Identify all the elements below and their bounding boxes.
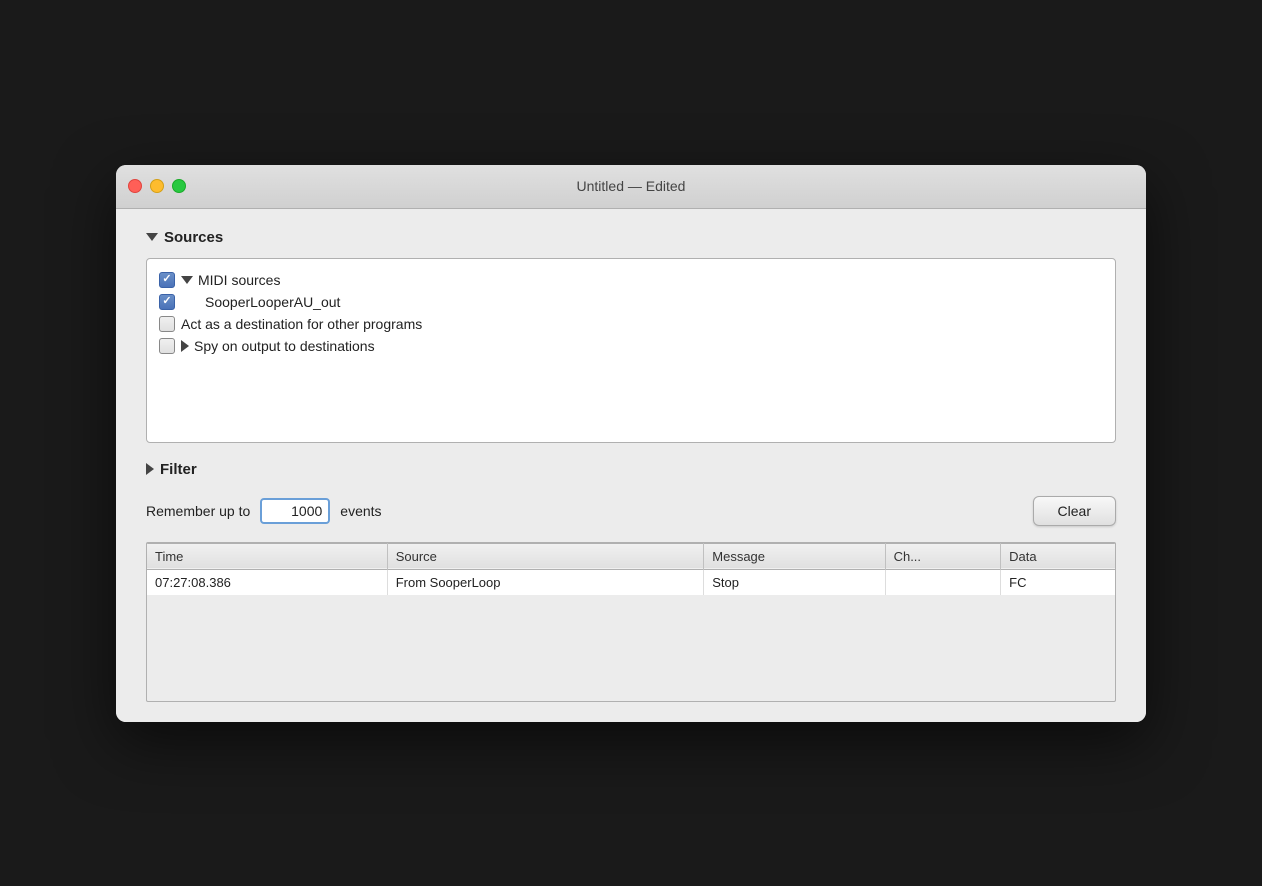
- table-row: 07:27:08.386 From SooperLoop Stop FC: [147, 569, 1115, 595]
- events-table: Time Source Message Ch... Data 07:27:08.…: [147, 543, 1115, 595]
- spy-expand-icon: [181, 340, 189, 352]
- cell-source: From SooperLoop: [387, 569, 704, 595]
- col-source: Source: [387, 543, 704, 569]
- sooper-looper-row: SooperLooperAU_out: [159, 291, 1103, 313]
- traffic-lights: [128, 179, 186, 193]
- midi-sources-row: MIDI sources: [159, 269, 1103, 291]
- filter-section-header[interactable]: Filter: [146, 461, 1116, 478]
- minimize-button[interactable]: [150, 179, 164, 193]
- sources-section-header[interactable]: Sources: [146, 229, 1116, 246]
- midi-sources-expand-icon: [181, 276, 193, 284]
- table-header-row: Time Source Message Ch... Data: [147, 543, 1115, 569]
- destination-row: Act as a destination for other programs: [159, 313, 1103, 335]
- spy-label: Spy on output to destinations: [194, 338, 375, 354]
- spy-row: Spy on output to destinations: [159, 335, 1103, 357]
- remember-label: Remember up to: [146, 503, 250, 519]
- main-window: Untitled — Edited Sources MIDI sources S…: [116, 165, 1146, 722]
- col-time: Time: [147, 543, 387, 569]
- destination-checkbox[interactable]: [159, 316, 175, 332]
- titlebar: Untitled — Edited: [116, 165, 1146, 209]
- sources-section-label: Sources: [164, 229, 223, 246]
- remember-row: Remember up to events Clear: [146, 496, 1116, 526]
- midi-sources-checkbox[interactable]: [159, 272, 175, 288]
- events-table-wrapper: Time Source Message Ch... Data 07:27:08.…: [146, 542, 1116, 702]
- destination-label: Act as a destination for other programs: [181, 316, 422, 332]
- sooper-looper-checkbox[interactable]: [159, 294, 175, 310]
- close-button[interactable]: [128, 179, 142, 193]
- filter-section: Filter: [146, 461, 1116, 478]
- clear-button[interactable]: Clear: [1033, 496, 1116, 526]
- cell-time: 07:27:08.386: [147, 569, 387, 595]
- spy-checkbox[interactable]: [159, 338, 175, 354]
- midi-sources-label: MIDI sources: [198, 272, 280, 288]
- events-label: events: [340, 503, 381, 519]
- table-body: 07:27:08.386 From SooperLoop Stop FC: [147, 569, 1115, 595]
- col-message: Message: [704, 543, 885, 569]
- filter-collapse-icon: [146, 463, 154, 475]
- window-content: Sources MIDI sources SooperLooperAU_out …: [116, 209, 1146, 722]
- col-data: Data: [1001, 543, 1115, 569]
- table-header: Time Source Message Ch... Data: [147, 543, 1115, 569]
- window-title: Untitled — Edited: [577, 178, 686, 194]
- maximize-button[interactable]: [172, 179, 186, 193]
- events-input[interactable]: [260, 498, 330, 524]
- col-channel: Ch...: [885, 543, 1001, 569]
- sources-collapse-icon: [146, 233, 158, 241]
- sooper-looper-label: SooperLooperAU_out: [205, 294, 340, 310]
- cell-message: Stop: [704, 569, 885, 595]
- filter-section-label: Filter: [160, 461, 197, 478]
- sources-box: MIDI sources SooperLooperAU_out Act as a…: [146, 258, 1116, 443]
- cell-channel: [885, 569, 1001, 595]
- cell-data: FC: [1001, 569, 1115, 595]
